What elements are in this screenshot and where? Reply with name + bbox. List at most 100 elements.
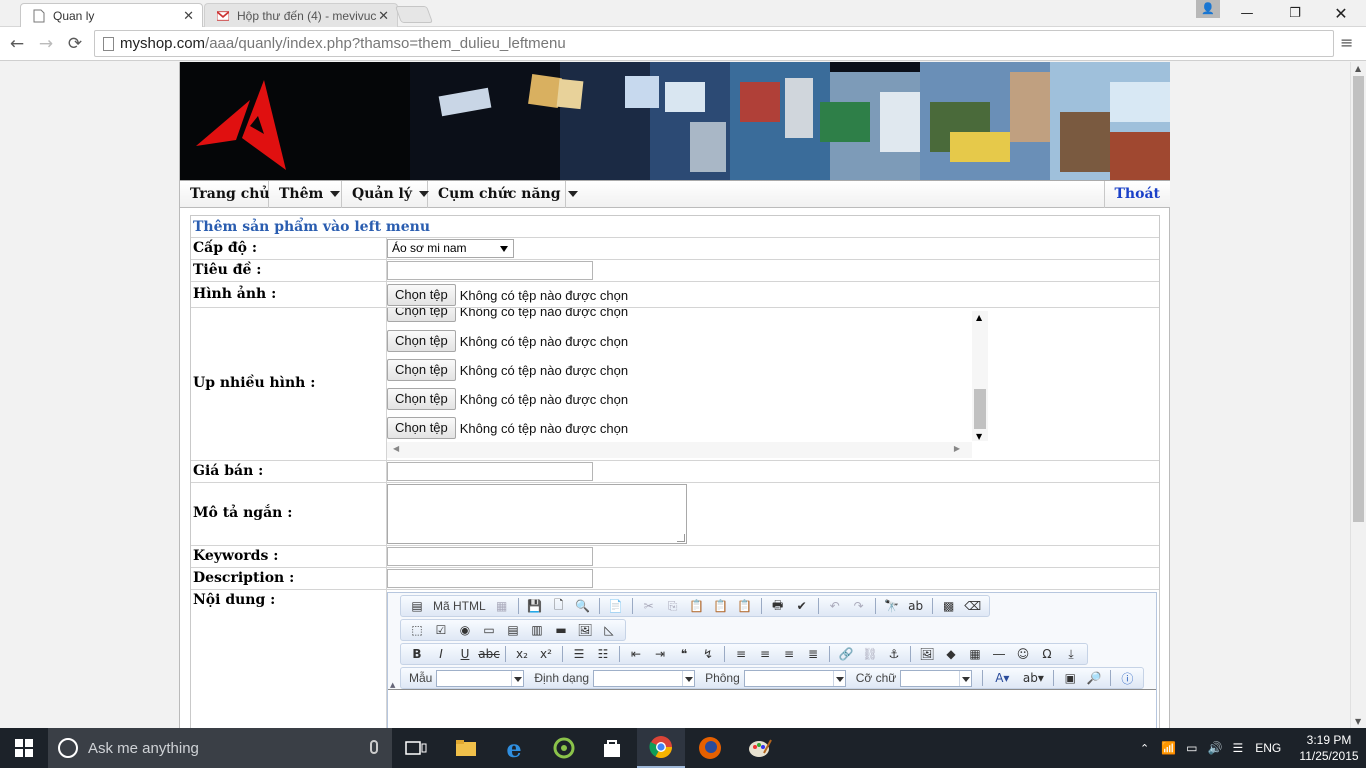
multi-file-input[interactable]: Chọn tệp Không có tệp nào được chọn xyxy=(387,417,628,439)
choose-file-button[interactable]: Chọn tệp xyxy=(387,308,456,322)
multi-file-input[interactable]: Chọn tệp Không có tệp nào được chọn xyxy=(387,359,628,381)
price-input[interactable] xyxy=(387,462,593,481)
file-explorer-icon[interactable] xyxy=(442,728,490,768)
format-combo[interactable] xyxy=(593,669,696,687)
keywords-input[interactable] xyxy=(387,547,593,566)
undo-icon[interactable]: ↶ xyxy=(825,597,845,615)
blockquote-icon[interactable]: ❝ xyxy=(674,645,694,663)
strike-icon[interactable]: abc xyxy=(478,645,500,663)
show-blocks-icon[interactable]: 🔎 xyxy=(1084,669,1104,687)
link-icon[interactable]: 🔗 xyxy=(836,645,856,663)
select-all-icon[interactable]: ▩ xyxy=(939,597,959,615)
button-field-icon[interactable]: ▬ xyxy=(551,621,571,639)
editor-content-area[interactable] xyxy=(388,689,1156,728)
scroll-thumb[interactable] xyxy=(1353,76,1364,522)
bold-icon[interactable]: B xyxy=(407,645,427,663)
tab-quan-ly[interactable]: Quan ly ✕ xyxy=(20,3,203,27)
source-icon[interactable]: ▤ xyxy=(407,597,427,615)
microphone-icon[interactable] xyxy=(370,740,378,754)
radio-icon[interactable]: ◉ xyxy=(455,621,475,639)
choose-file-button[interactable]: Chọn tệp xyxy=(387,417,456,439)
image-file-input[interactable]: Chọn tệp Không có tệp nào được chọn xyxy=(387,284,628,306)
choose-file-button[interactable]: Chọn tệp xyxy=(387,359,456,381)
subscript-icon[interactable]: x₂ xyxy=(512,645,532,663)
user-profile-icon[interactable]: 👤 xyxy=(1196,0,1220,18)
description-input[interactable] xyxy=(387,569,593,588)
close-tab-icon[interactable]: ✕ xyxy=(183,8,194,24)
justify-icon[interactable]: ≣ xyxy=(803,645,823,663)
choose-file-button[interactable]: Chọn tệp xyxy=(387,388,456,410)
help-icon[interactable]: ⓘ xyxy=(1117,669,1137,687)
image-icon[interactable]: 🖼 xyxy=(917,645,937,663)
multi-file-input[interactable]: Chọn tệp Không có tệp nào được chọn xyxy=(387,388,628,410)
div-icon[interactable]: ↯ xyxy=(698,645,718,663)
font-combo[interactable] xyxy=(743,669,846,687)
scroll-up-arrow-icon[interactable]: ▲ xyxy=(1355,64,1361,73)
bg-color-icon[interactable]: ab▾ xyxy=(1019,669,1047,687)
volume-icon[interactable]: 🔊 xyxy=(1208,741,1223,755)
superscript-icon[interactable]: x² xyxy=(536,645,556,663)
redo-icon[interactable]: ↷ xyxy=(849,597,869,615)
paste-word-icon[interactable]: 📋 xyxy=(735,597,755,615)
horizontal-rule-icon[interactable]: ― xyxy=(989,645,1009,663)
action-center-icon[interactable]: ☰ xyxy=(1232,741,1243,755)
scroll-down-arrow-icon[interactable]: ▼ xyxy=(1355,717,1361,726)
underline-icon[interactable]: U xyxy=(455,645,475,663)
app-green-icon[interactable] xyxy=(540,728,588,768)
text-color-icon[interactable]: A▾ xyxy=(989,669,1015,687)
scroll-up-arrow-icon[interactable]: ▲ xyxy=(976,313,982,322)
forward-arrow-icon[interactable]: → xyxy=(35,33,57,55)
preview-icon[interactable]: 🔍 xyxy=(573,597,593,615)
system-clock[interactable]: 3:19 PM 11/25/2015 xyxy=(1296,732,1362,764)
back-arrow-icon[interactable]: ← xyxy=(6,33,28,55)
nav-manage[interactable]: Quản lý xyxy=(342,181,429,208)
level-select[interactable]: Áo sơ mi nam xyxy=(387,239,514,258)
edge-browser-icon[interactable]: e xyxy=(490,728,538,768)
logout-link[interactable]: Thoát xyxy=(1103,181,1170,208)
start-button[interactable] xyxy=(0,728,48,768)
style-combo[interactable] xyxy=(436,669,525,687)
minimize-icon[interactable]: — xyxy=(1224,0,1270,26)
bullet-list-icon[interactable]: ☷ xyxy=(593,645,613,663)
smiley-icon[interactable]: ☺ xyxy=(1013,645,1033,663)
align-right-icon[interactable]: ≡ xyxy=(779,645,799,663)
nav-functions[interactable]: Cụm chức năng xyxy=(428,181,578,208)
special-char-icon[interactable]: Ω xyxy=(1037,645,1057,663)
title-input[interactable] xyxy=(387,261,593,280)
nav-home[interactable]: Trang chủ xyxy=(180,181,270,208)
spellcheck-icon[interactable]: ✔ xyxy=(792,597,812,615)
print-icon[interactable]: 🖶 xyxy=(768,597,788,615)
paste-template-icon[interactable]: 📄 xyxy=(606,597,626,615)
close-tab-icon[interactable]: ✕ xyxy=(378,8,389,24)
multi-file-input[interactable]: Chọn tệp Không có tệp nào được chọn xyxy=(387,330,628,352)
cut-icon[interactable]: ✂ xyxy=(639,597,659,615)
new-tab-button[interactable] xyxy=(394,6,434,23)
unlink-icon[interactable]: ⛓ xyxy=(860,645,880,663)
choose-file-button[interactable]: Chọn tệp xyxy=(387,330,456,352)
scroll-down-arrow-icon[interactable]: ▼ xyxy=(976,432,982,441)
size-combo[interactable] xyxy=(900,669,973,687)
restore-icon[interactable]: ❐ xyxy=(1272,0,1318,26)
remove-format-icon[interactable]: ⌫ xyxy=(963,597,983,615)
store-icon[interactable] xyxy=(588,728,636,768)
textarea-icon[interactable]: ▤ xyxy=(503,621,523,639)
new-page-icon[interactable]: 🗋 xyxy=(549,597,569,615)
short-desc-textarea[interactable] xyxy=(387,484,687,544)
form-icon[interactable]: ⬚ xyxy=(407,621,427,639)
templates-icon[interactable]: ▦ xyxy=(492,597,512,615)
indent-icon[interactable]: ⇥ xyxy=(650,645,670,663)
tab-gmail[interactable]: Hộp thư đến (4) - mevivuc ✕ xyxy=(204,3,398,27)
network-icon[interactable]: 📶 xyxy=(1161,741,1176,755)
replace-icon[interactable]: ab xyxy=(906,597,926,615)
numbered-list-icon[interactable]: ☰ xyxy=(569,645,589,663)
align-center-icon[interactable]: ≡ xyxy=(755,645,775,663)
hidden-field-icon[interactable]: ◺ xyxy=(599,621,619,639)
chrome-menu-icon[interactable]: ≡ xyxy=(1340,33,1358,55)
scroll-thumb[interactable] xyxy=(974,389,986,429)
page-break-icon[interactable]: ⤓ xyxy=(1061,645,1081,663)
paste-text-icon[interactable]: 📋 xyxy=(711,597,731,615)
multi-upload-hscrollbar[interactable]: ◀ ▶ xyxy=(387,442,972,458)
table-icon[interactable]: ▦ xyxy=(965,645,985,663)
language-indicator[interactable]: ENG xyxy=(1255,741,1281,755)
battery-icon[interactable]: ▭ xyxy=(1186,741,1197,755)
